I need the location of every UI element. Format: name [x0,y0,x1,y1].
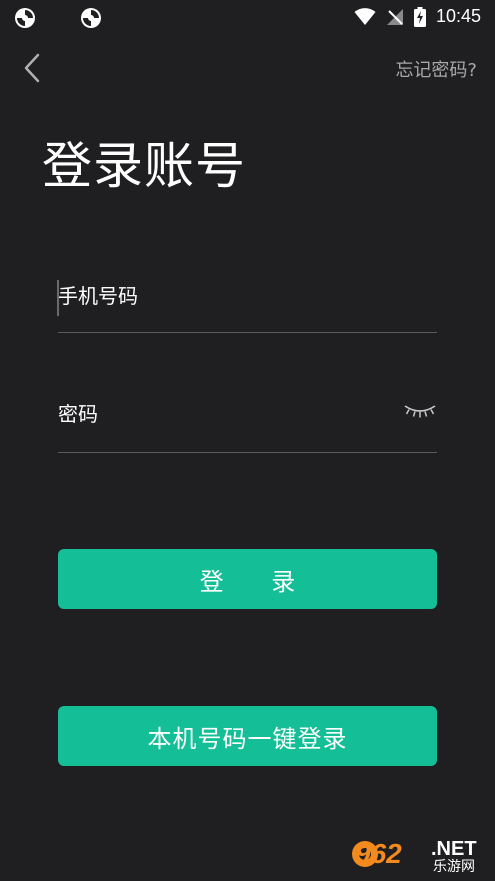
page-title: 登录账号 [42,137,246,195]
chevron-left-icon [24,53,40,83]
status-time: 10:45 [435,6,481,26]
password-input[interactable] [58,400,378,428]
back-button[interactable] [18,50,50,86]
phone-field [57,270,437,333]
top-bar: 忘记密码? [0,40,495,96]
signal-off-icon [386,8,403,25]
status-bar: 10:45 [0,0,495,36]
site-watermark: 962 .NET 乐游网 [352,838,477,875]
battery-charging-icon [413,6,426,27]
password-field [58,390,437,453]
phone-input[interactable] [58,282,378,310]
watermark-cn: 乐游网 [433,859,475,875]
app-notification-icon [81,8,101,28]
watermark-number: 962 [355,838,402,869]
app-notification-icon [15,8,35,28]
login-button[interactable]: 登 录 [58,549,437,609]
forgot-password-link[interactable]: 忘记密码? [395,56,477,82]
eye-closed-icon[interactable] [403,400,437,424]
one-key-login-button[interactable]: 本机号码一键登录 [58,706,437,766]
watermark-domain: .NET [431,838,477,860]
wifi-icon [354,7,376,25]
